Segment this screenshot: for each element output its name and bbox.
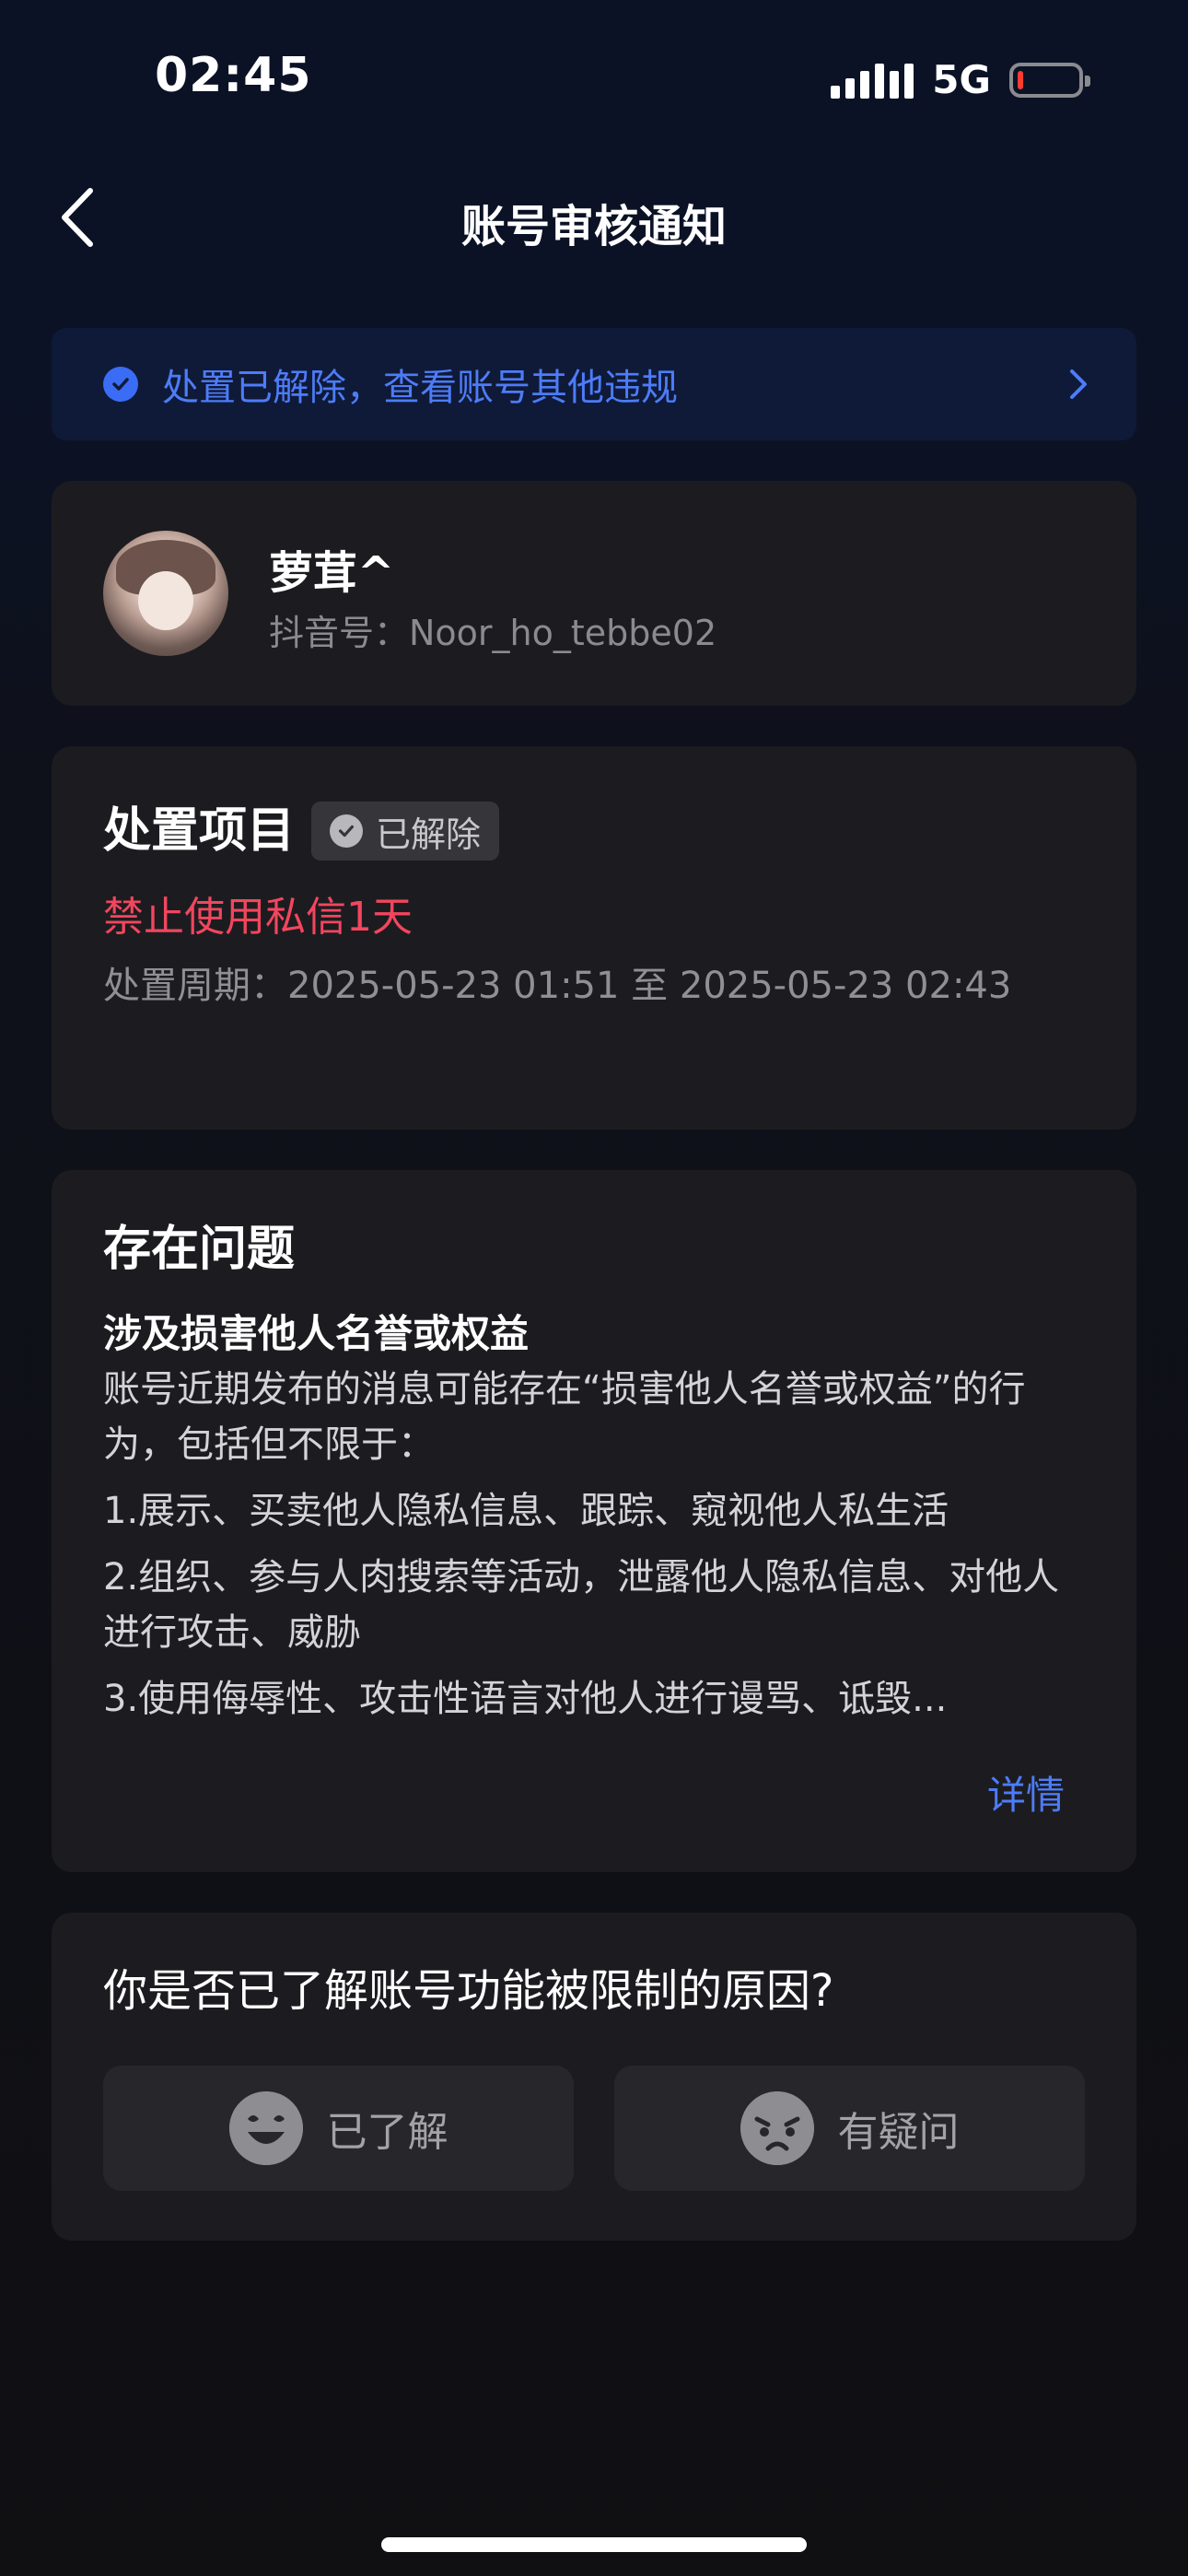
issue-item: 3.使用侮辱性、攻击性语言对他人进行谩骂、诋毁... (103, 1678, 948, 1720)
issue-card: 存在问题 涉及损害他人名誉或权益 账号近期发布的消息可能存在“损害他人名誉或权益… (52, 1170, 1136, 1872)
feedback-question: 你是否已了解账号功能被限制的原因? (103, 1965, 834, 2017)
screen: 02:45 5G 账号审核通知 处置已解除，查看账号其他违规 萝茸^ 抖音号：N… (0, 0, 1188, 2576)
issue-item: 1.展示、买卖他人隐私信息、跟踪、窥视他人私生活 (103, 1490, 949, 1532)
understood-button[interactable]: 已了解 (103, 2066, 574, 2191)
banner-text: 处置已解除，查看账号其他违规 (162, 367, 678, 409)
chevron-right-icon (1070, 369, 1087, 399)
question-button[interactable]: 有疑问 (614, 2066, 1085, 2191)
penalty-text: 禁止使用私信1天 (103, 894, 413, 941)
battery-level (1018, 70, 1023, 89)
details-link[interactable]: 详情 (987, 1764, 1065, 1821)
check-circle-icon (103, 367, 138, 402)
user-card: 萝茸^ 抖音号：Noor_ho_tebbe02 (52, 481, 1136, 706)
page-title: 账号审核通知 (460, 201, 727, 252)
check-circle-icon (330, 814, 364, 848)
action-title: 处置项目 (103, 803, 296, 859)
worried-face-icon (740, 2091, 814, 2165)
network-type: 5G (932, 57, 991, 102)
battery-icon (1009, 62, 1090, 98)
question-label: 有疑问 (837, 2109, 960, 2156)
status-time: 02:45 (155, 48, 312, 103)
issue-title: 存在问题 (103, 1222, 296, 1277)
happy-face-icon (228, 2091, 303, 2165)
status-badge: 已解除 (311, 802, 500, 861)
penalty-period: 处置周期：2025-05-23 01:51 至 2025-05-23 02:43 (103, 965, 1012, 1007)
feedback-options: 已了解 有疑问 (103, 2066, 1085, 2191)
badge-label: 已解除 (376, 814, 482, 855)
issue-heading: 涉及损害他人名誉或权益 (103, 1311, 530, 1356)
status-indicators: 5G (831, 57, 1090, 102)
username: 萝茸^ (269, 547, 395, 599)
feedback-card: 你是否已了解账号功能被限制的原因? 已了解 有疑问 (52, 1913, 1136, 2241)
action-card: 处置项目 已解除 禁止使用私信1天 处置周期：2025-05-23 01:51 … (52, 746, 1136, 1130)
user-id: 抖音号：Noor_ho_tebbe02 (269, 613, 717, 653)
understood-label: 已了解 (326, 2109, 448, 2156)
issue-item: 2.组织、参与人肉搜索等活动，泄露他人隐私信息、对他人进行攻击、威胁 (103, 1556, 1060, 1654)
issue-description: 账号近期发布的消息可能存在“损害他人名誉或权益”的行为，包括但不限于： (103, 1368, 1026, 1466)
violation-banner[interactable]: 处置已解除，查看账号其他违规 (52, 328, 1136, 440)
home-indicator[interactable] (381, 2537, 807, 2552)
avatar (103, 531, 228, 656)
signal-icon (831, 62, 914, 99)
